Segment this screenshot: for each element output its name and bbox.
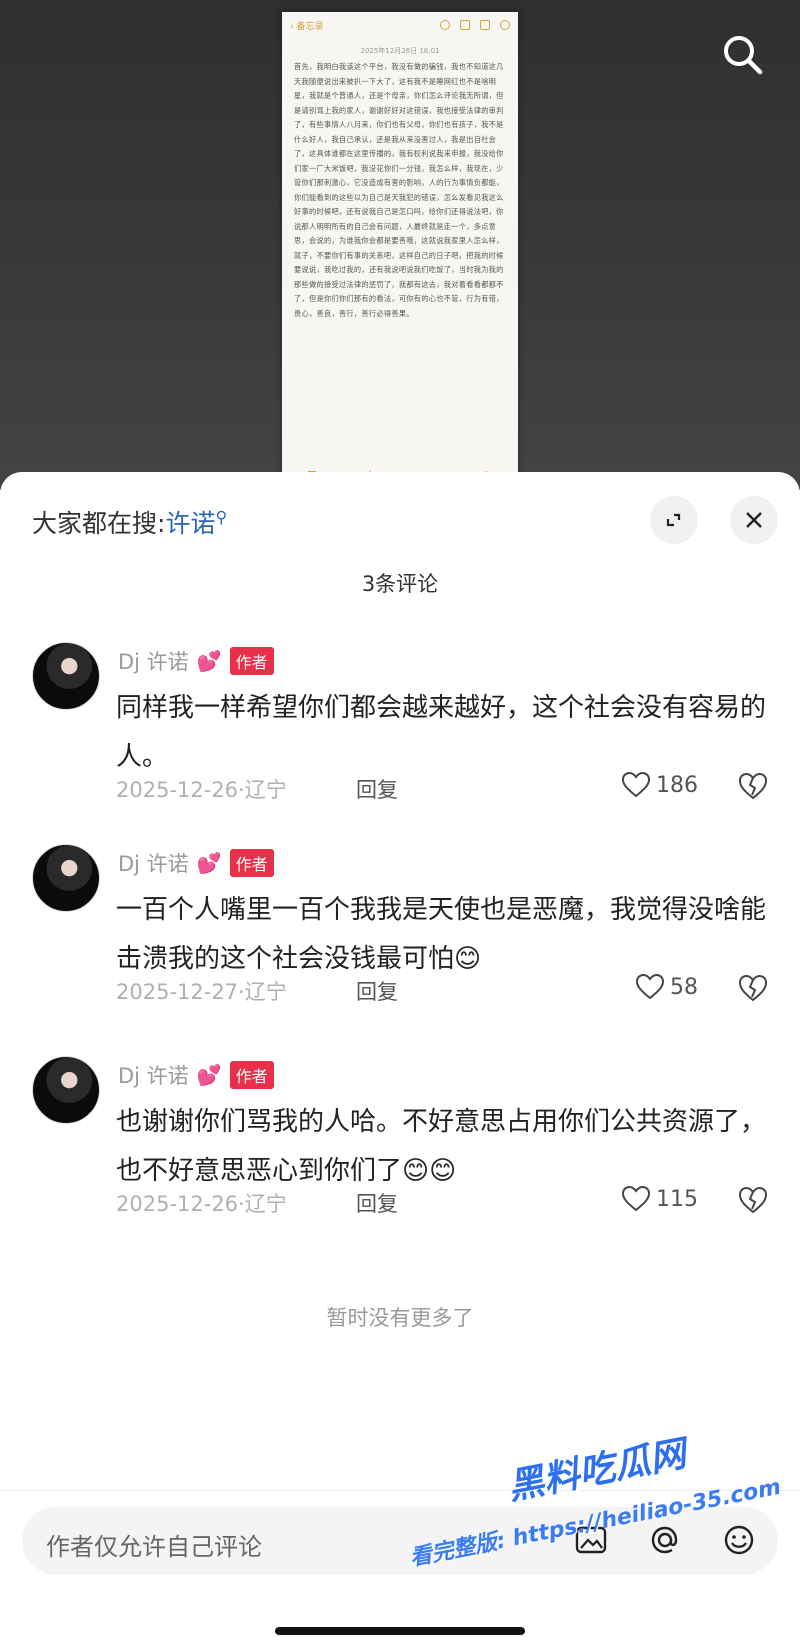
- notes-screenshot: ‹ 备忘录 2025年12月26日 18:01 首先，我明白我该这个平台，我没有…: [282, 12, 518, 490]
- comment-sheet: 大家都在搜:许诺⚲ 3条评论 Dj 许诺 💕 作者 同样我一样希望你们都会越来越…: [0, 472, 800, 1649]
- dislike-button[interactable]: [738, 772, 768, 804]
- note-date: 2025年12月26日 18:01: [360, 47, 440, 55]
- no-more-comments: 暂时没有更多了: [326, 1306, 474, 1330]
- home-indicator: [275, 1627, 525, 1635]
- comment-date-location: 2025-12-27·辽宁: [116, 980, 287, 1004]
- like-count: 186: [656, 772, 698, 798]
- broken-heart-icon: [738, 1186, 768, 1214]
- search-suggestion-keyword[interactable]: 许诺: [165, 509, 215, 538]
- comment-item: Dj 许诺 💕 作者 一百个人嘴里一百个我我是天使也是恶魔，我觉得没啥能击溃我的…: [0, 844, 800, 1014]
- undo-icon: [440, 20, 450, 30]
- like-button[interactable]: 58: [636, 974, 698, 1000]
- author-badge: 作者: [229, 1061, 274, 1089]
- mention-icon[interactable]: [646, 1521, 684, 1559]
- comment-input-placeholder: 作者仅允许自己评论: [46, 1533, 262, 1561]
- author-badge: 作者: [229, 849, 274, 877]
- image-icon[interactable]: [572, 1521, 610, 1559]
- search-suggestion[interactable]: 大家都在搜:许诺⚲: [32, 504, 227, 540]
- heart-icon: [622, 1186, 650, 1212]
- comment-username[interactable]: Dj 许诺: [118, 848, 189, 878]
- comment-username[interactable]: Dj 许诺: [118, 1060, 189, 1090]
- video-area[interactable]: ‹ 备忘录 2025年12月26日 18:01 首先，我明白我该这个平台，我没有…: [0, 0, 800, 490]
- hearts-emoji-icon: 💕: [196, 851, 222, 875]
- broken-heart-icon: [738, 772, 768, 800]
- broken-heart-icon: [738, 974, 768, 1002]
- heart-icon: [636, 974, 664, 1000]
- comment-input-bar: 作者仅允许自己评论: [0, 1490, 800, 1649]
- reply-button[interactable]: 回复: [356, 1188, 398, 1218]
- search-small-icon: ⚲: [215, 507, 228, 527]
- reply-button[interactable]: 回复: [356, 976, 398, 1006]
- share-icon: [480, 20, 490, 30]
- comment-date-location: 2025-12-26·辽宁: [116, 1192, 287, 1216]
- emoji-icon[interactable]: [720, 1521, 758, 1559]
- comment-item: Dj 许诺 💕 作者 也谢谢你们骂我的人哈。不好意思占用你们公共资源了，也不好意…: [0, 1056, 800, 1226]
- smile-emoji-icon: 😊: [454, 944, 482, 974]
- close-button[interactable]: [730, 496, 778, 544]
- like-button[interactable]: 186: [622, 772, 698, 798]
- comment-text[interactable]: 也谢谢你们骂我的人哈。不好意思占用你们公共资源了，也不好意思恶心到你们了😊😊: [116, 1098, 766, 1196]
- dislike-button[interactable]: [738, 974, 768, 1006]
- like-count: 115: [656, 1186, 698, 1212]
- more-icon: [500, 20, 510, 30]
- comment-count: 3条评论: [361, 572, 439, 596]
- comment-item: Dj 许诺 💕 作者 同样我一样希望你们都会越来越好，这个社会没有容易的人。 2…: [0, 642, 800, 812]
- comment-text[interactable]: 一百个人嘴里一百个我我是天使也是恶魔，我觉得没啥能击溃我的这个社会没钱最可怕😊: [116, 886, 766, 984]
- hearts-emoji-icon: 💕: [196, 649, 222, 673]
- like-button[interactable]: 115: [622, 1186, 698, 1212]
- comment-username[interactable]: Dj 许诺: [118, 646, 189, 676]
- author-badge: 作者: [229, 647, 274, 675]
- comment-meta: 2025-12-26·辽宁 回复: [116, 774, 398, 804]
- expand-button[interactable]: [650, 496, 698, 544]
- camera-icon: [460, 20, 470, 30]
- smile-emoji-icon: 😊😊: [402, 1156, 457, 1186]
- avatar[interactable]: [32, 844, 100, 912]
- comment-text-body: 一百个人嘴里一百个我我是天使也是恶魔，我觉得没啥能击溃我的这个社会没钱最可怕: [116, 895, 767, 974]
- hearts-emoji-icon: 💕: [196, 1063, 222, 1087]
- comment-text[interactable]: 同样我一样希望你们都会越来越好，这个社会没有容易的人。: [116, 684, 766, 782]
- comment-meta: 2025-12-27·辽宁 回复: [116, 976, 398, 1006]
- dislike-button[interactable]: [738, 1186, 768, 1218]
- back-label: ‹ 备忘录: [290, 21, 324, 32]
- comment-date-location: 2025-12-26·辽宁: [116, 778, 287, 802]
- avatar[interactable]: [32, 1056, 100, 1124]
- note-body: 首先，我明白我该这个平台，我没有做的骗钱，我也不知道这几天我随便说出来被扒一下大…: [294, 62, 504, 318]
- heart-icon: [622, 772, 650, 798]
- expand-icon: [666, 513, 681, 527]
- close-icon: [746, 512, 762, 528]
- notes-toolbar: ‹ 备忘录: [282, 12, 518, 38]
- avatar[interactable]: [32, 642, 100, 710]
- search-suggestion-prefix: 大家都在搜:: [32, 509, 166, 538]
- like-count: 58: [670, 974, 698, 1000]
- reply-button[interactable]: 回复: [356, 774, 398, 804]
- comment-meta: 2025-12-26·辽宁 回复: [116, 1188, 398, 1218]
- search-icon[interactable]: [718, 30, 768, 80]
- comment-input[interactable]: 作者仅允许自己评论: [22, 1507, 778, 1575]
